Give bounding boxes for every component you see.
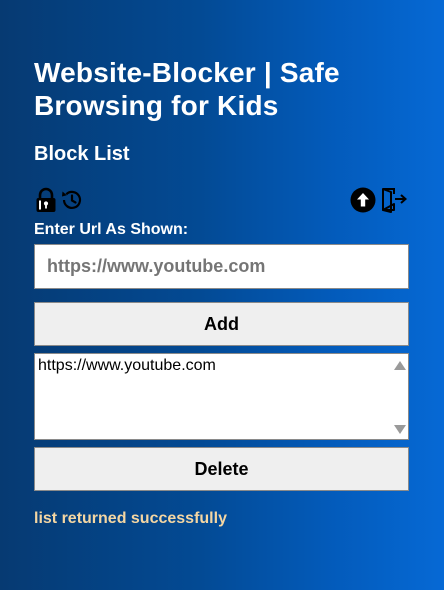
url-field-label: Enter Url As Shown: xyxy=(34,221,189,238)
scroll-down-icon[interactable] xyxy=(394,425,406,434)
section-title: Block List xyxy=(34,143,130,165)
toolbar xyxy=(34,187,409,217)
delete-button[interactable]: Delete xyxy=(34,447,409,491)
list-item[interactable]: https://www.youtube.com xyxy=(35,354,408,375)
restore-icon[interactable] xyxy=(59,187,85,213)
url-input[interactable] xyxy=(34,244,409,289)
scrollbar[interactable] xyxy=(391,354,408,439)
logout-icon[interactable] xyxy=(380,187,408,213)
app-title: Website-Blocker | Safe Browsing for Kids xyxy=(34,57,340,121)
block-list-items: https://www.youtube.com xyxy=(35,354,408,375)
upload-icon[interactable] xyxy=(350,187,376,213)
block-list[interactable]: https://www.youtube.com xyxy=(34,353,409,440)
add-button[interactable]: Add xyxy=(34,302,409,346)
status-message: list returned successfully xyxy=(34,510,227,527)
lock-icon[interactable] xyxy=(34,187,60,213)
popup-panel: Website-Blocker | Safe Browsing for Kids… xyxy=(0,0,444,590)
scroll-up-icon[interactable] xyxy=(394,361,406,370)
